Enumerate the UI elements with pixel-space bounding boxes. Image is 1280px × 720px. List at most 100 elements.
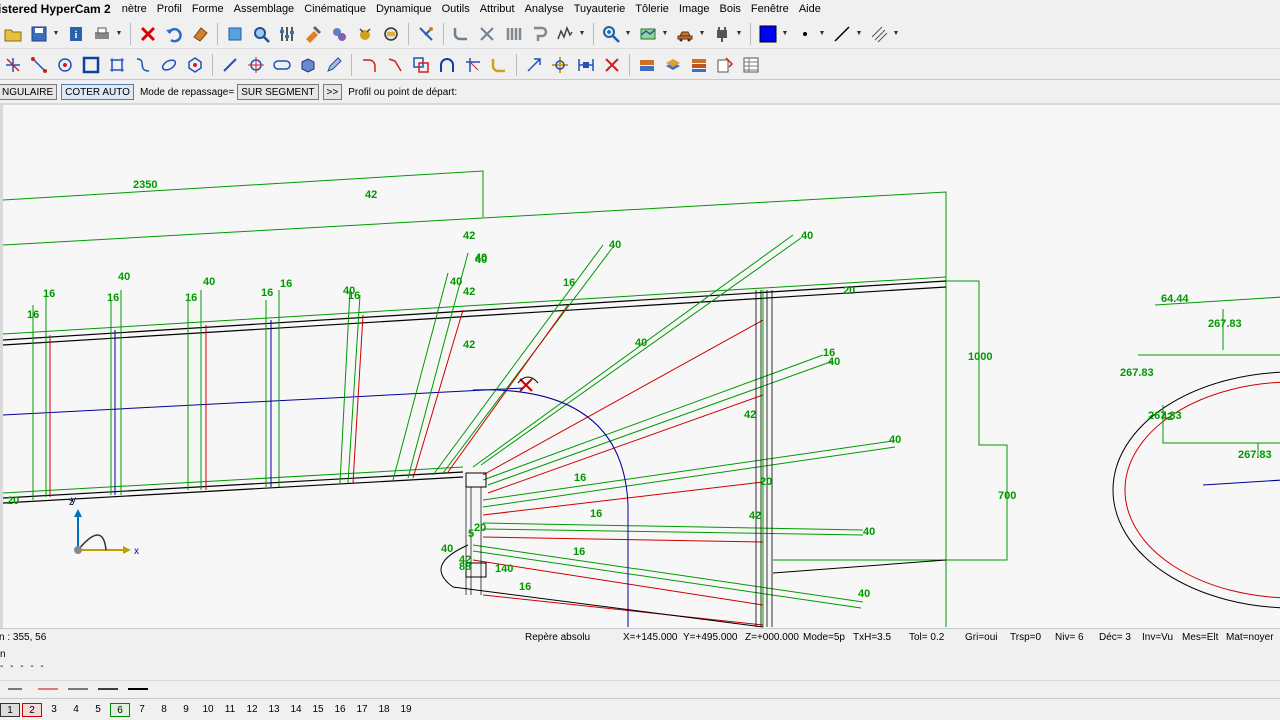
color-swatch[interactable] (757, 23, 779, 45)
menu-fenetre[interactable]: Fenêtre (746, 3, 794, 15)
diagonal-icon[interactable] (219, 54, 241, 76)
layer-button-18[interactable]: 18 (374, 703, 394, 717)
sur-segment-button[interactable]: SUR SEGMENT (237, 84, 319, 100)
settings-icon[interactable] (276, 23, 298, 45)
line-style-icon[interactable] (831, 23, 853, 45)
layer-button-15[interactable]: 15 (308, 703, 328, 717)
layer-button-1[interactable]: 1 (0, 702, 20, 717)
layer-button-14[interactable]: 14 (286, 703, 306, 717)
chevron-down-icon[interactable]: ▼ (818, 23, 826, 45)
menu-bois[interactable]: Bois (714, 3, 745, 15)
angulaire-button[interactable]: NGULAIRE (0, 84, 58, 100)
save-icon[interactable] (28, 23, 50, 45)
chevron-down-icon[interactable]: ▼ (661, 23, 669, 45)
crosshair-icon[interactable] (245, 54, 267, 76)
layer-button-11[interactable]: 11 (220, 703, 240, 717)
status-dec[interactable]: Déc= 3 (1099, 632, 1131, 643)
hook-icon[interactable] (528, 23, 550, 45)
line-style-samples[interactable] (0, 681, 160, 697)
menu-analyse[interactable]: Analyse (520, 3, 569, 15)
menu-profil[interactable]: Profil (152, 3, 187, 15)
menu-image[interactable]: Image (674, 3, 715, 15)
dimension-icon[interactable] (575, 54, 597, 76)
move-icon[interactable] (549, 54, 571, 76)
layer-button-19[interactable]: 19 (396, 703, 416, 717)
layers-icon[interactable] (636, 54, 658, 76)
plug-icon[interactable] (711, 23, 733, 45)
circle-point-icon[interactable] (54, 54, 76, 76)
status-mat[interactable]: Mat=noyer (1226, 632, 1274, 643)
menu-attribut[interactable]: Attribut (475, 3, 520, 15)
line-icon[interactable] (28, 54, 50, 76)
fillet-icon[interactable] (488, 54, 510, 76)
offset-icon[interactable] (410, 54, 432, 76)
status-inv[interactable]: Inv=Vu (1142, 632, 1173, 643)
chevron-down-icon[interactable]: ▼ (52, 23, 60, 45)
chevron-down-icon[interactable]: ▼ (892, 23, 900, 45)
chevron-down-icon[interactable]: ▼ (698, 23, 706, 45)
layer-button-10[interactable]: 10 (198, 703, 218, 717)
drawing-svg[interactable]: 2350424240404016 421642164016401616401640… (3, 105, 1280, 628)
layer-button-17[interactable]: 17 (352, 703, 372, 717)
status-niv[interactable]: Niv= 6 (1055, 632, 1084, 643)
layer-button-7[interactable]: 7 (132, 703, 152, 717)
status-trsp[interactable]: Trsp=0 (1010, 632, 1041, 643)
layer-button-16[interactable]: 16 (330, 703, 350, 717)
status-txh[interactable]: TxH=3.5 (853, 632, 891, 643)
menu-cinematique[interactable]: Cinématique (299, 3, 371, 15)
car-icon[interactable] (674, 23, 696, 45)
print-icon[interactable] (91, 23, 113, 45)
layer-button-12[interactable]: 12 (242, 703, 262, 717)
arc-icon[interactable] (358, 54, 380, 76)
slot-icon[interactable] (271, 54, 293, 76)
magnet-icon[interactable] (415, 23, 437, 45)
layer-button-2[interactable]: 2 (22, 702, 42, 717)
tools-icon[interactable] (302, 23, 324, 45)
view-icon[interactable] (637, 23, 659, 45)
cross-icon[interactable] (601, 54, 623, 76)
layer-button-3[interactable]: 3 (44, 703, 64, 717)
menu-tolerie[interactable]: Tôlerie (630, 3, 674, 15)
axis-icon[interactable] (476, 23, 498, 45)
stack-icon[interactable] (662, 54, 684, 76)
trim-icon[interactable] (2, 54, 24, 76)
chart-icon[interactable] (714, 54, 736, 76)
arc2-icon[interactable] (384, 54, 406, 76)
point-style-icon[interactable] (794, 23, 816, 45)
undo-icon[interactable] (163, 23, 185, 45)
layer-button-9[interactable]: 9 (176, 703, 196, 717)
frame-icon[interactable] (106, 54, 128, 76)
rectangle-icon[interactable] (80, 54, 102, 76)
sketch-icon[interactable] (554, 23, 576, 45)
layer-button-6[interactable]: 6 (110, 702, 130, 717)
menu-outils[interactable]: Outils (437, 3, 475, 15)
hatch-icon[interactable] (868, 23, 890, 45)
chevron-down-icon[interactable]: ▼ (855, 23, 863, 45)
table-icon[interactable] (740, 54, 762, 76)
box-icon[interactable] (297, 54, 319, 76)
status-tol[interactable]: Tol= 0.2 (909, 632, 944, 643)
layer-button-5[interactable]: 5 (88, 703, 108, 717)
layer-button-4[interactable]: 4 (66, 703, 86, 717)
camera-icon[interactable] (380, 23, 402, 45)
gears-icon[interactable] (328, 23, 350, 45)
arrow-icon[interactable] (523, 54, 545, 76)
curve-icon[interactable] (450, 23, 472, 45)
bars-icon[interactable] (502, 23, 524, 45)
bug-icon[interactable] (354, 23, 376, 45)
menu-aide[interactable]: Aide (794, 3, 826, 15)
layer-button-8[interactable]: 8 (154, 703, 174, 717)
status-mode[interactable]: Mode=5p (803, 632, 845, 643)
chevron-down-icon[interactable]: ▼ (781, 23, 789, 45)
chevron-down-icon[interactable]: ▼ (578, 23, 586, 45)
stack2-icon[interactable] (688, 54, 710, 76)
info-icon[interactable]: i (65, 23, 87, 45)
zoom-window-icon[interactable] (250, 23, 272, 45)
polygon-icon[interactable] (184, 54, 206, 76)
ellipse-icon[interactable] (158, 54, 180, 76)
delete-icon[interactable] (137, 23, 159, 45)
refresh-icon[interactable] (224, 23, 246, 45)
chevron-down-icon[interactable]: ▼ (735, 23, 743, 45)
drawing-canvas[interactable]: 2350 42 42 40 40 40 16 42 16 42 16 40 16 40 16 16 40 16 40… (0, 103, 1280, 628)
menu-dynamique[interactable]: Dynamique (371, 3, 437, 15)
